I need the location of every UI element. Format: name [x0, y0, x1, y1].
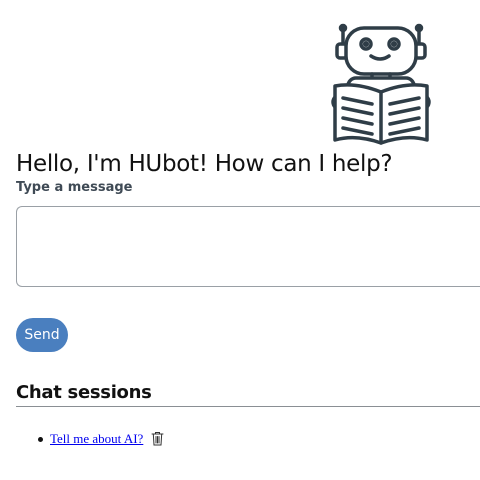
greeting-heading: Hello, I'm HUbot! How can I help?: [16, 151, 393, 177]
send-button[interactable]: Send: [16, 318, 68, 352]
chat-session-link[interactable]: Tell me about AI?: [50, 431, 143, 446]
robot-reading-book-icon: [331, 23, 431, 145]
chat-session-item: Tell me about AI?: [0, 430, 164, 448]
message-input[interactable]: [16, 206, 480, 287]
trash-icon[interactable]: [151, 431, 164, 446]
chat-sessions-heading: Chat sessions: [16, 382, 152, 403]
chat-session-list: Tell me about AI?: [0, 430, 164, 448]
message-input-label: Type a message: [16, 180, 133, 195]
sessions-divider: [16, 406, 480, 407]
list-bullet: [38, 437, 43, 442]
